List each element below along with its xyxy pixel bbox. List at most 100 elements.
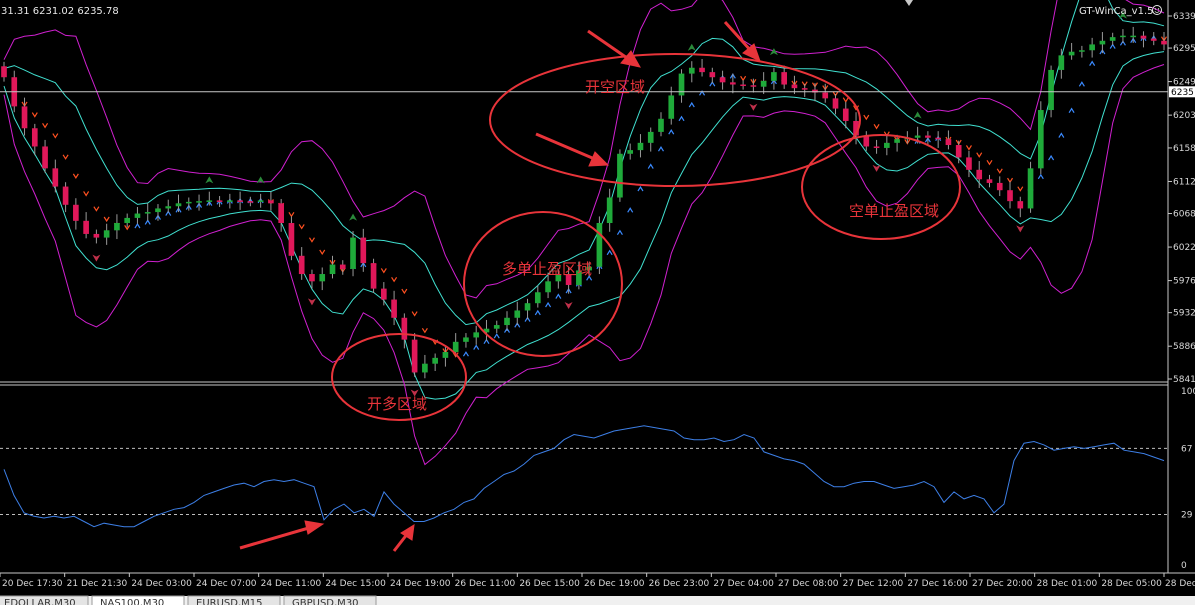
bear-candle [381,288,387,300]
bull-candle [165,206,172,209]
time-tick-label: 26 Dec 23:00 [649,579,710,589]
bull-candle [175,203,182,207]
indicator-name: GT-WinCa_v1.5 [1079,6,1154,17]
bear-candle [750,85,757,87]
bull-candle [493,325,500,329]
bear-candle [945,139,952,146]
bull-candle [442,352,449,358]
bear-candle [966,157,972,170]
time-tick-label: 27 Dec 04:00 [713,579,774,589]
oscillator-tick-label: 0 [1181,561,1187,571]
bear-candle [268,200,274,204]
tab-label[interactable]: NAS100,M30 [100,598,164,605]
time-tick-label: 24 Dec 15:00 [325,579,386,589]
bull-candle [514,310,521,318]
tab-label[interactable]: GBPUSD,M30 [292,598,359,605]
bear-candle [339,264,346,269]
bull-candle [1130,35,1137,38]
bear-candle [73,204,79,221]
bull-candle [668,95,675,119]
bull-candle [894,139,900,143]
price-tick-label: 6295 [1173,44,1195,54]
bear-candle [391,299,397,318]
price-tick-label: 5841 [1173,375,1195,385]
time-tick-label: 28 Dec 05:00 [1101,579,1162,589]
bear-candle [401,317,408,340]
bull-candle [914,135,921,138]
price-tick-label: 5932 [1173,309,1195,319]
bear-candle [278,203,284,224]
bull-candle [1109,37,1116,41]
bull-candle [658,118,664,132]
price-tick-label: 5886 [1173,342,1195,352]
bull-candle [350,237,356,269]
bull-candle [155,208,161,213]
bear-candle [955,145,962,158]
bull-candle [1048,69,1054,111]
bear-candle [781,72,787,85]
bear-candle [370,263,377,289]
bear-candle [863,135,870,147]
bear-candle [309,274,315,282]
bull-candle [1037,110,1044,169]
bear-candle [986,179,993,183]
time-tick-label: 28 Dec [1165,579,1195,589]
ohlc-info: 31.31 6231.02 6235.78 [1,6,119,17]
bear-candle [730,82,736,85]
bull-candle [452,341,459,353]
bull-candle [1099,40,1106,45]
time-tick-label: 21 Dec 21:30 [67,579,128,589]
bear-candle [52,168,59,187]
bull-candle [463,337,469,342]
time-tick-label: 26 Dec 11:00 [455,579,516,589]
bull-candle [103,230,110,238]
bull-candle [124,217,131,224]
tab-label[interactable]: EURUSD,M15 [196,598,262,605]
bull-candle [196,201,202,203]
time-tick-label: 27 Dec 12:00 [843,579,904,589]
bear-candle [1161,40,1167,45]
bear-candle [832,98,839,109]
chart-window[interactable]: 31.31 6231.02 6235.78 GT-WinCa_v1.5 6339… [0,0,1195,605]
bull-candle [524,303,531,311]
bear-candle [1150,38,1157,41]
bull-candle [760,80,767,87]
time-tick-label: 26 Dec 19:00 [584,579,645,589]
bull-candle [534,292,541,304]
bear-candle [976,169,983,180]
bull-candle [627,150,634,154]
bull-candle [319,274,326,282]
tab-label[interactable]: EDOLLAR,M30 [4,598,76,605]
bear-candle [791,84,798,89]
bear-candle [83,220,89,234]
bear-candle [935,137,941,140]
time-tick-label: 24 Dec 03:00 [131,579,192,589]
bear-candle [1007,190,1013,202]
bull-candle [606,197,613,224]
bull-candle [227,200,233,202]
bull-candle [647,131,654,143]
zone-long-tp-label: 多单止盈区域 [502,260,592,278]
bear-candle [411,339,418,373]
bull-candle [432,357,438,364]
bull-candle [1058,55,1065,70]
bear-candle [822,92,829,99]
time-tick-label: 28 Dec 01:00 [1037,579,1098,589]
bull-candle [617,153,623,198]
price-tick-label: 6158 [1173,144,1195,154]
bull-candle [884,142,890,148]
bull-candle [1079,50,1085,52]
bear-candle [709,72,716,78]
time-tick-label: 20 Dec 17:30 [2,579,63,589]
bear-candle [925,135,931,138]
bear-candle [31,128,38,147]
bear-candle [1,66,7,78]
bear-candle [42,146,48,169]
bull-candle [771,72,777,81]
bear-candle [237,200,243,202]
oscillator-tick-label: 100 [1181,387,1195,397]
bull-candle [185,201,192,204]
bull-candle [545,281,551,293]
time-tick-label: 26 Dec 15:00 [519,579,580,589]
bull-candle [1120,35,1126,38]
